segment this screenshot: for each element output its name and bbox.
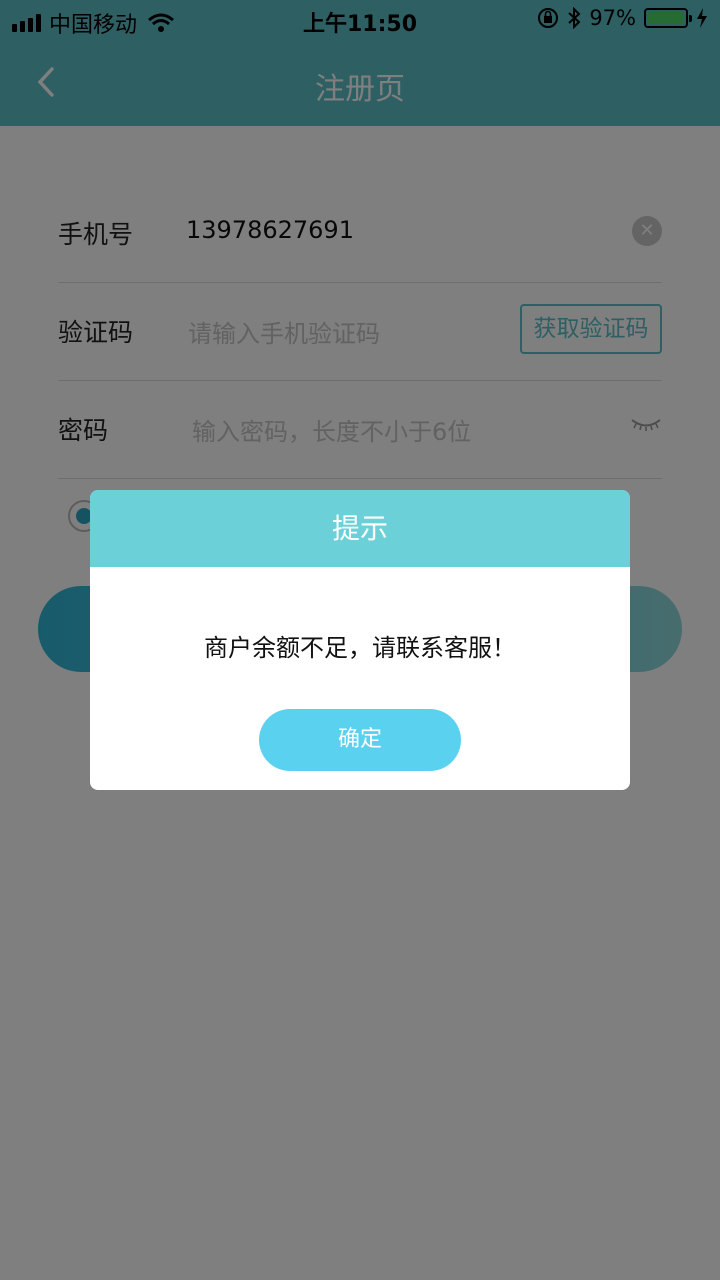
dialog-title: 提示 xyxy=(90,490,630,567)
dialog-message: 商户余额不足，请联系客服！ xyxy=(204,634,516,662)
alert-dialog: 提示 商户余额不足，请联系客服！ 确定 xyxy=(90,490,630,790)
confirm-button[interactable]: 确定 xyxy=(259,709,461,771)
